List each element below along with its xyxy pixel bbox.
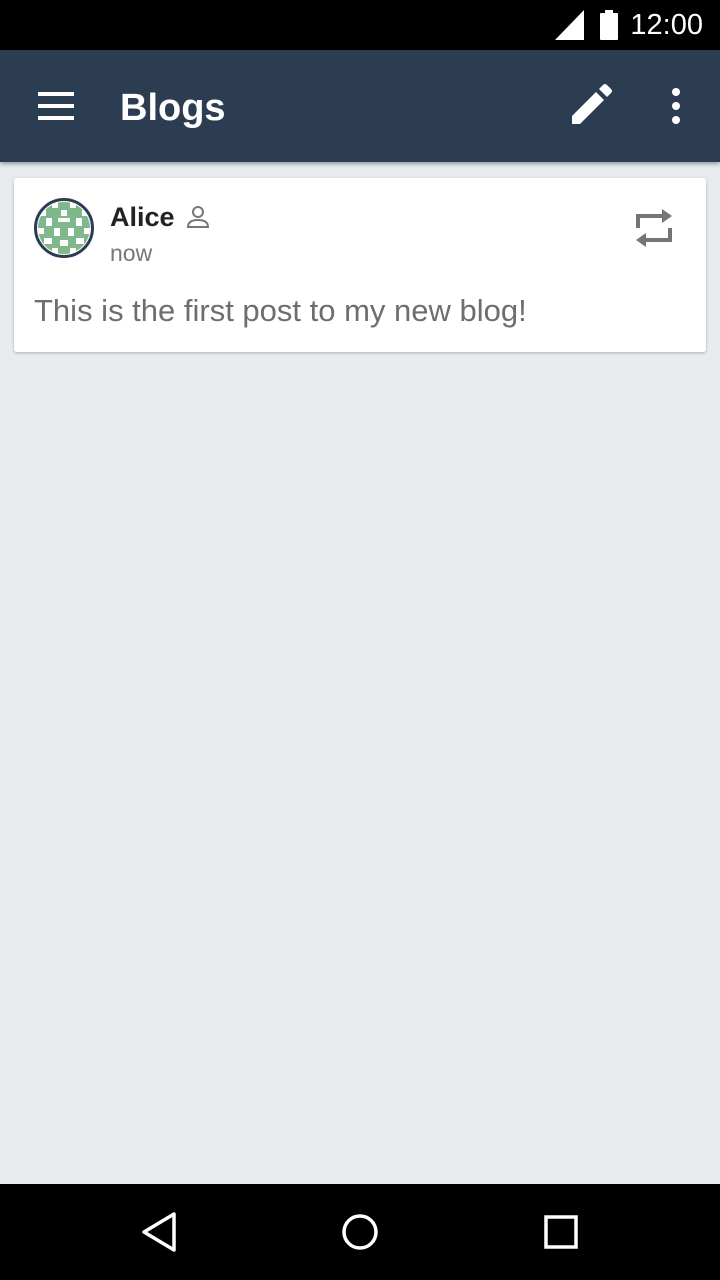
signal-icon bbox=[555, 10, 585, 45]
repost-icon bbox=[628, 209, 680, 258]
status-clock: 12:00 bbox=[630, 9, 703, 41]
more-vert-icon bbox=[654, 88, 698, 136]
back-button[interactable] bbox=[132, 1204, 188, 1260]
avatar bbox=[34, 198, 94, 258]
page-title: Blogs bbox=[120, 87, 226, 129]
overflow-menu-button[interactable] bbox=[654, 80, 698, 132]
menu-button[interactable] bbox=[24, 82, 88, 130]
back-icon bbox=[132, 1212, 188, 1264]
status-bar: 12:00 bbox=[0, 0, 720, 50]
recents-button[interactable] bbox=[532, 1204, 588, 1260]
person-outline-icon bbox=[186, 205, 210, 234]
app-bar: Blogs bbox=[0, 50, 720, 162]
recents-icon bbox=[532, 1215, 588, 1264]
author-name[interactable]: Alice bbox=[110, 200, 175, 234]
post-body: This is the first post to my new blog! bbox=[34, 293, 527, 328]
menu-icon bbox=[24, 92, 88, 134]
write-post-button[interactable] bbox=[562, 80, 622, 132]
navigation-bar bbox=[0, 1184, 720, 1280]
edit-icon bbox=[562, 84, 622, 136]
repost-button[interactable] bbox=[628, 202, 680, 254]
battery-icon bbox=[599, 10, 619, 45]
post-timestamp: now bbox=[110, 240, 153, 266]
blog-post-card[interactable]: Alice now This is the first post to my n… bbox=[14, 178, 706, 352]
home-button[interactable] bbox=[332, 1204, 388, 1260]
home-icon bbox=[332, 1214, 388, 1264]
